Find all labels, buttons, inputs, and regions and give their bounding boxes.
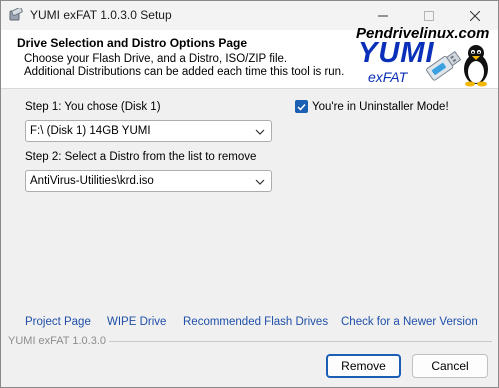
distro-select-value: AntiVirus-Utilities\krd.iso [30, 175, 154, 187]
window-title: YUMI exFAT 1.0.3.0 Setup [30, 8, 172, 22]
chevron-down-icon [255, 127, 265, 139]
project-page-link[interactable]: Project Page [25, 316, 91, 328]
page-title: Drive Selection and Distro Options Page [17, 36, 248, 50]
usb-drive-icon [421, 45, 465, 87]
cancel-button[interactable]: Cancel [412, 354, 488, 378]
penguin-mascot-icon [460, 43, 492, 87]
page-description: Choose your Flash Drive, and a Distro, I… [24, 53, 345, 78]
setup-window: YUMI exFAT 1.0.3.0 Setup Drive Selection… [0, 0, 499, 388]
version-label: YUMI exFAT 1.0.3.0 [8, 335, 107, 347]
uninstaller-mode-label: You're in Uninstaller Mode! [312, 100, 449, 113]
usb-installer-icon [9, 6, 23, 22]
checkbox-box[interactable] [295, 100, 308, 113]
drive-select[interactable]: F:\ (Disk 1) 14GB YUMI [25, 120, 272, 142]
minimize-icon [378, 11, 388, 21]
brand-subtitle: exFAT [368, 69, 408, 85]
chevron-down-icon [255, 177, 265, 189]
drive-select-value: F:\ (Disk 1) 14GB YUMI [30, 125, 151, 137]
step2-label: Step 2: Select a Distro from the list to… [25, 151, 257, 163]
step1-label: Step 1: You chose (Disk 1) [25, 101, 161, 113]
footer-divider [109, 341, 492, 342]
check-newer-version-link[interactable]: Check for a Newer Version [341, 316, 478, 328]
checkmark-icon [297, 103, 306, 111]
recommended-flash-drives-link[interactable]: Recommended Flash Drives [183, 316, 328, 328]
remove-button[interactable]: Remove [326, 354, 401, 378]
maximize-icon [424, 10, 434, 21]
wipe-drive-link[interactable]: WIPE Drive [107, 316, 166, 328]
close-icon [470, 10, 480, 21]
uninstaller-mode-checkbox[interactable]: You're in Uninstaller Mode! [295, 100, 449, 113]
distro-select[interactable]: AntiVirus-Utilities\krd.iso [25, 170, 272, 192]
